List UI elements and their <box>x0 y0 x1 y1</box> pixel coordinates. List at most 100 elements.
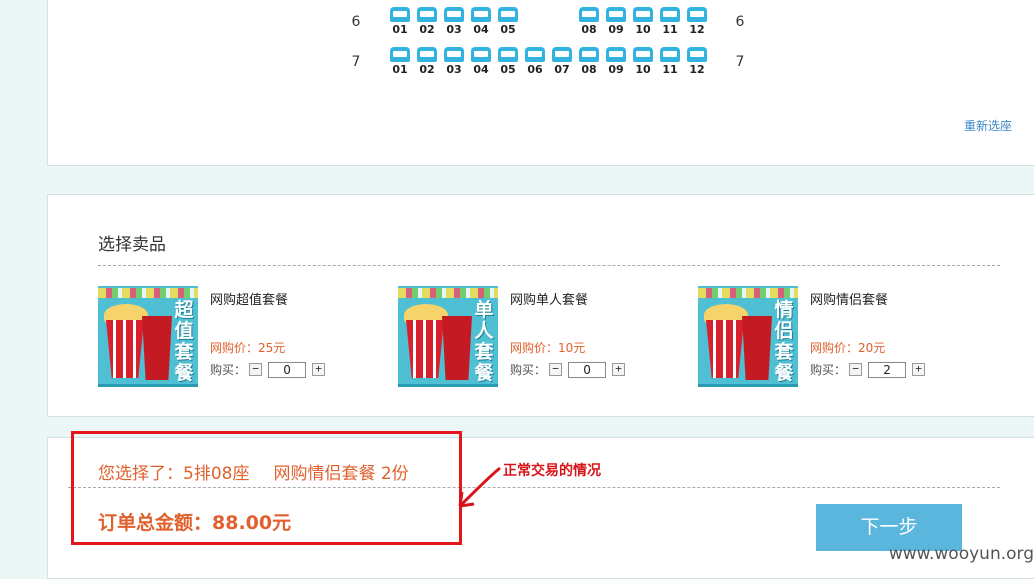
seat-icon <box>606 47 626 62</box>
seat-number: 08 <box>581 23 597 36</box>
seat-number: 11 <box>662 63 678 76</box>
seat-icon <box>471 7 491 22</box>
seat-number: 11 <box>662 23 678 36</box>
product-name: 网购超值套餐 <box>210 293 289 308</box>
seat-number: 03 <box>446 23 462 36</box>
seat-icon <box>498 7 518 22</box>
seat-number: 04 <box>473 63 489 76</box>
seat-number: 09 <box>608 23 624 36</box>
seat-number: 03 <box>446 63 462 76</box>
seat-icon <box>660 7 680 22</box>
decrease-quantity-button[interactable]: − <box>549 363 563 376</box>
product-image[interactable]: 超值套餐 <box>98 286 198 387</box>
seat-icon <box>687 47 707 62</box>
buy-row: 购买： − + <box>210 361 328 378</box>
row-label: 7 <box>351 54 361 70</box>
product-name: 网购单人套餐 <box>510 293 589 308</box>
seat[interactable]: 01 <box>389 7 411 36</box>
seat[interactable]: 11 <box>659 47 681 76</box>
product-image[interactable]: 情侣套餐 <box>698 286 798 387</box>
section-title: 选择卖品 <box>98 235 166 255</box>
concession-panel: 选择卖品 超值套餐 网购超值套餐 网购价：25元 购买： − + 单人套餐 网购… <box>47 194 1034 417</box>
seat-number: 09 <box>608 63 624 76</box>
product-image-caption: 情侣套餐 <box>774 299 794 384</box>
seat-map-panel: 6 6 01 02 03 04 05 08 09 10 11 12 7 7 01 02 03 04 05 06 07 08… <box>47 0 1034 166</box>
increase-quantity-button[interactable]: + <box>912 363 926 376</box>
seat-number: 08 <box>581 63 597 76</box>
product-image[interactable]: 单人套餐 <box>398 286 498 387</box>
seat-icon <box>444 7 464 22</box>
buy-row: 购买： − + <box>510 361 628 378</box>
buy-row: 购买： − + <box>810 361 928 378</box>
seat-icon <box>390 7 410 22</box>
seat-number: 12 <box>689 63 705 76</box>
annotation-arrow-icon <box>458 466 501 508</box>
product-price: 网购价：25元 <box>210 341 286 355</box>
seat-icon <box>444 47 464 62</box>
decrease-quantity-button[interactable]: − <box>849 363 863 376</box>
buy-label: 购买： <box>810 363 847 377</box>
seat-icon <box>606 7 626 22</box>
seat[interactable]: 11 <box>659 7 681 36</box>
seat[interactable]: 12 <box>686 47 708 76</box>
seat[interactable]: 04 <box>470 47 492 76</box>
seat-number: 10 <box>635 63 651 76</box>
seat[interactable]: 08 <box>578 47 600 76</box>
seat[interactable]: 07 <box>551 47 573 76</box>
decrease-quantity-button[interactable]: − <box>249 363 263 376</box>
row-label: 7 <box>735 54 745 70</box>
seat[interactable]: 10 <box>632 7 654 36</box>
seat[interactable]: 03 <box>443 47 465 76</box>
quantity-input[interactable] <box>568 361 607 378</box>
seat-number: 02 <box>419 63 435 76</box>
product-name: 网购情侣套餐 <box>810 293 889 308</box>
seat[interactable]: 04 <box>470 7 492 36</box>
seat-icon <box>579 7 599 22</box>
watermark: www.wooyun.org <box>888 544 1034 564</box>
increase-quantity-button[interactable]: + <box>312 363 326 376</box>
seat-number: 05 <box>500 63 516 76</box>
product-card: 单人套餐 网购单人套餐 网购价：10元 购买： − + <box>398 286 658 387</box>
seat[interactable]: 06 <box>524 47 546 76</box>
seat-icon <box>552 47 572 62</box>
seat[interactable]: 08 <box>578 7 600 36</box>
seat-icon <box>417 7 437 22</box>
seat[interactable]: 03 <box>443 7 465 36</box>
seat-icon <box>633 7 653 22</box>
product-image-caption: 超值套餐 <box>174 299 194 384</box>
seat[interactable]: 09 <box>605 47 627 76</box>
buy-label: 购买： <box>510 363 547 377</box>
seat-icon <box>417 47 437 62</box>
seat[interactable]: 09 <box>605 7 627 36</box>
increase-quantity-button[interactable]: + <box>612 363 626 376</box>
quantity-input[interactable] <box>868 361 907 378</box>
product-card: 情侣套餐 网购情侣套餐 网购价：20元 购买： − + <box>698 286 958 387</box>
seat-number: 07 <box>554 63 570 76</box>
seat[interactable]: 10 <box>632 47 654 76</box>
seat[interactable]: 05 <box>497 7 519 36</box>
seat-icon <box>687 7 707 22</box>
seat[interactable]: 05 <box>497 47 519 76</box>
annotation-highlight-box <box>71 431 462 545</box>
buy-label: 购买： <box>210 363 247 377</box>
seat[interactable]: 01 <box>389 47 411 76</box>
seat-number: 01 <box>392 63 408 76</box>
row-label: 6 <box>351 14 361 30</box>
quantity-input[interactable] <box>268 361 307 378</box>
seat-icon <box>525 47 545 62</box>
seat[interactable]: 12 <box>686 7 708 36</box>
reselect-seat-link[interactable]: 重新选座 <box>964 117 1012 134</box>
seat[interactable]: 02 <box>416 7 438 36</box>
seat-number: 04 <box>473 23 489 36</box>
product-price: 网购价：10元 <box>510 341 586 355</box>
seat-icon <box>498 47 518 62</box>
seat-number: 10 <box>635 23 651 36</box>
seat-number: 12 <box>689 23 705 36</box>
product-card: 超值套餐 网购超值套餐 网购价：25元 购买： − + <box>98 286 358 387</box>
seat-icon <box>471 47 491 62</box>
seat-icon <box>660 47 680 62</box>
row-label: 6 <box>735 14 745 30</box>
divider <box>98 265 1000 266</box>
seat-icon <box>633 47 653 62</box>
seat[interactable]: 02 <box>416 47 438 76</box>
